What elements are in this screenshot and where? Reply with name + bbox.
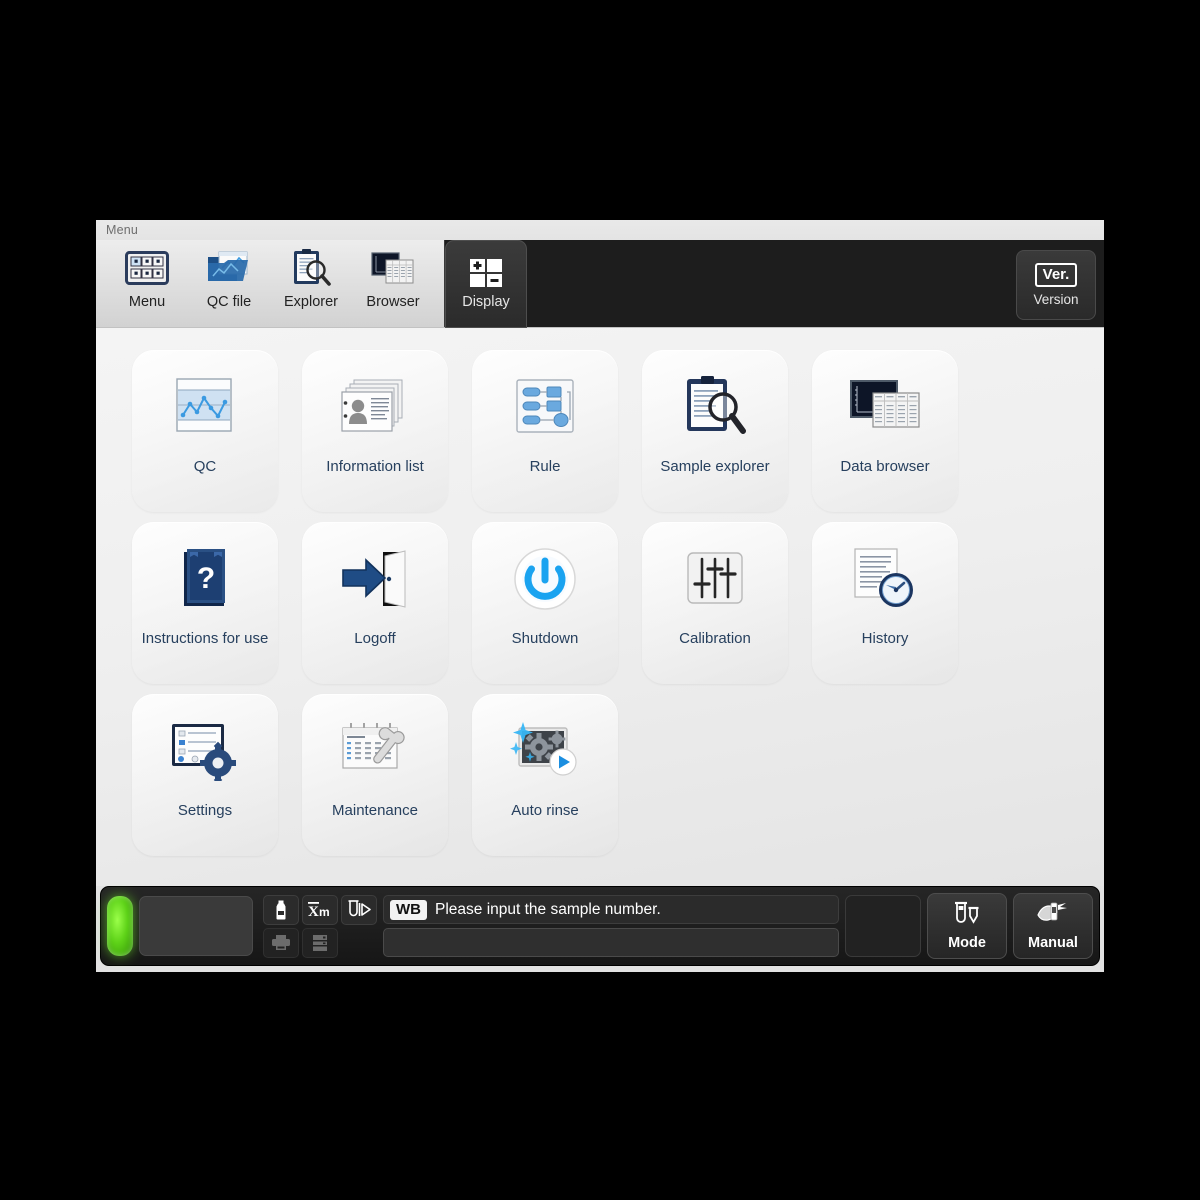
document-clock-icon xyxy=(846,540,924,618)
menu-tile-information-list[interactable]: Information list xyxy=(302,350,448,512)
monitor-gear-icon xyxy=(166,712,244,790)
menu-tile-sample-explorer-label: Sample explorer xyxy=(660,458,770,475)
reagent-bottle-icon[interactable] xyxy=(263,894,299,925)
toolbar-button-menu[interactable]: Menu xyxy=(106,240,188,318)
menu-tile-logoff-label: Logoff xyxy=(354,630,396,647)
menu-tile-calibration-label: Calibration xyxy=(679,630,751,647)
mean-xm-icon[interactable]: X m xyxy=(302,894,338,925)
status-icon-grid: X m xyxy=(263,894,377,958)
manual-aspirate-icon xyxy=(1036,901,1070,932)
menu-tile-maintenance-label: Maintenance xyxy=(332,802,418,819)
toolbar-button-qc-file[interactable]: QC file xyxy=(188,240,270,318)
menu-tile-data-browser[interactable]: Data browser xyxy=(812,350,958,512)
menu-tile-auto-rinse-label: Auto rinse xyxy=(511,802,579,819)
menu-tile-qc-label: QC xyxy=(193,458,217,475)
toolbar-button-menu-label: Menu xyxy=(128,294,166,310)
tab-display[interactable]: Display xyxy=(445,240,527,328)
menu-window: Menu Menu QC file Explorer Browser Displ… xyxy=(96,220,1104,972)
info-cards-icon xyxy=(336,368,414,446)
status-icon-empty-slot xyxy=(341,928,377,958)
status-message-line: WB Please input the sample number. xyxy=(383,895,839,924)
blue-book-question-icon: ? xyxy=(166,540,244,618)
toolbar-button-explorer-label: Explorer xyxy=(284,294,338,310)
clipboard-magnifier-icon xyxy=(290,246,332,290)
menu-tile-settings-label: Settings xyxy=(177,802,233,819)
mode-button[interactable]: Mode xyxy=(927,893,1007,959)
menu-tile-settings[interactable]: Settings xyxy=(132,694,278,856)
toolbar-button-group: Menu QC file Explorer Browser xyxy=(96,240,434,327)
printer-icon[interactable] xyxy=(263,927,299,958)
power-icon xyxy=(506,540,584,618)
version-button-label: Version xyxy=(1033,291,1079,307)
calendar-wrench-icon xyxy=(336,712,414,790)
status-message-text: Please input the sample number. xyxy=(435,900,661,918)
menu-tile-logoff[interactable]: Logoff xyxy=(302,522,448,684)
menu-grid-icon xyxy=(125,246,169,290)
menu-tile-history[interactable]: History xyxy=(812,522,958,684)
menu-grid-row-1: QC Information list Rule Sample explorer… xyxy=(132,350,1068,522)
menu-grid-row-3: Settings Maintenance Auto rinse xyxy=(132,694,1068,866)
menu-grid-row-2: ? Instructions for use Logoff Shutdown C… xyxy=(132,522,1068,694)
status-badge: WB xyxy=(390,899,427,920)
status-spacer-panel xyxy=(845,895,921,957)
menu-tile-data-browser-label: Data browser xyxy=(840,458,930,475)
version-button[interactable]: Ver. Version xyxy=(1016,250,1096,320)
toolbar-button-browser-label: Browser xyxy=(366,294,420,310)
status-blank-panel xyxy=(139,896,253,956)
menu-tile-information-list-label: Information list xyxy=(326,458,424,475)
rule-flow-icon xyxy=(506,368,584,446)
menu-tile-sample-explorer[interactable]: Sample explorer xyxy=(642,350,788,512)
menu-tile-rule-label: Rule xyxy=(529,458,561,475)
sample-number-input[interactable] xyxy=(383,928,839,957)
menu-tile-instructions-for-use[interactable]: ? Instructions for use xyxy=(132,522,278,684)
menu-tile-instructions-for-use-label: Instructions for use xyxy=(141,630,269,647)
chart-table-icon xyxy=(370,246,416,290)
menu-grid: QC Information list Rule Sample explorer… xyxy=(96,328,1104,886)
tube-run-icon[interactable] xyxy=(341,894,377,925)
list-server-icon[interactable] xyxy=(302,927,338,958)
qc-folder-chart-icon xyxy=(206,246,252,290)
menu-tile-qc[interactable]: QC xyxy=(132,350,278,512)
chart-table-icon xyxy=(846,368,924,446)
toolbar-button-explorer[interactable]: Explorer xyxy=(270,240,352,318)
svg-text:m: m xyxy=(319,905,330,918)
grid-plus-minus-icon xyxy=(469,258,503,288)
menu-tile-auto-rinse[interactable]: Auto rinse xyxy=(472,694,618,856)
tab-display-label: Display xyxy=(462,294,510,310)
toolbar-dark-panel: Display Ver. Version xyxy=(444,240,1104,328)
manual-button[interactable]: Manual xyxy=(1013,893,1093,959)
qc-chart-icon xyxy=(166,368,244,446)
status-led xyxy=(107,896,133,956)
version-badge: Ver. xyxy=(1034,263,1078,287)
toolbar-button-browser[interactable]: Browser xyxy=(352,240,434,318)
status-message-column: WB Please input the sample number. xyxy=(383,895,839,957)
sparkle-gear-play-icon xyxy=(506,712,584,790)
manual-button-label: Manual xyxy=(1028,935,1078,951)
sliders-icon xyxy=(676,540,754,618)
toolbar-button-qc-file-label: QC file xyxy=(206,294,252,310)
menu-tile-history-label: History xyxy=(861,630,909,647)
clipboard-magnifier-icon xyxy=(676,368,754,446)
arrow-door-icon xyxy=(336,540,414,618)
status-bar: X m WB Please input the sample number. M… xyxy=(100,886,1100,966)
menu-tile-calibration[interactable]: Calibration xyxy=(642,522,788,684)
menu-tile-shutdown[interactable]: Shutdown xyxy=(472,522,618,684)
menu-tile-maintenance[interactable]: Maintenance xyxy=(302,694,448,856)
window-title: Menu xyxy=(96,220,1104,240)
menu-tile-shutdown-label: Shutdown xyxy=(511,630,579,647)
menu-tile-rule[interactable]: Rule xyxy=(472,350,618,512)
mode-button-label: Mode xyxy=(948,935,986,951)
toolbar: Menu QC file Explorer Browser Display Ve… xyxy=(96,240,1104,328)
svg-text:X: X xyxy=(308,904,319,918)
svg-text:?: ? xyxy=(197,562,215,595)
test-tubes-icon xyxy=(951,901,983,932)
